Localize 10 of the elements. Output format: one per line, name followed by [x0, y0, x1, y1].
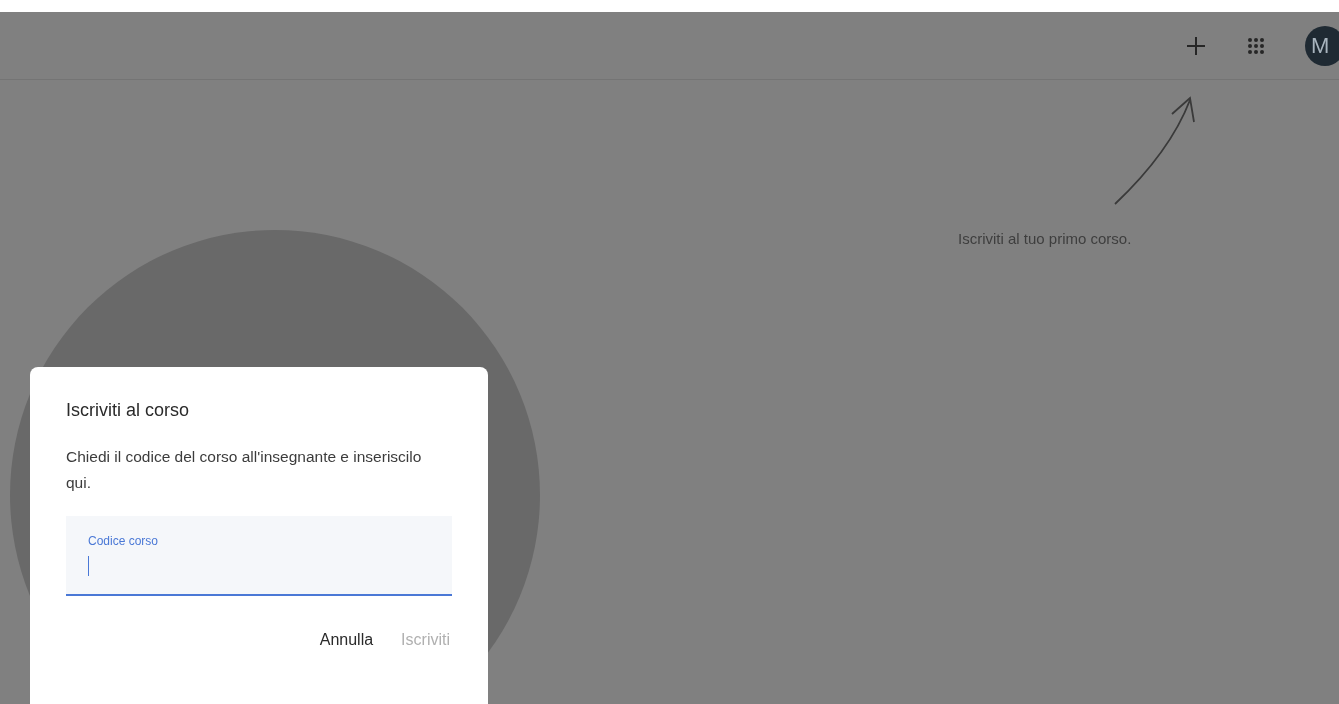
dialog-title: Iscriviti al corso	[66, 399, 191, 422]
add-icon[interactable]	[1185, 34, 1207, 57]
dialog-description: Chiedi il codice del corso all'insegnante e inseriscilo qui.	[66, 447, 423, 493]
apps-grid-icon[interactable]	[1247, 36, 1265, 55]
hint-text: Iscriviti al tuo primo corso.	[958, 229, 1132, 249]
text-cursor	[88, 556, 89, 576]
field-label: Codice corso	[88, 533, 160, 550]
course-code-field[interactable]: Codice corso	[66, 516, 452, 596]
dialog-button[interactable]: Annulla	[317, 622, 376, 658]
avatar[interactable]: M	[1305, 25, 1339, 66]
